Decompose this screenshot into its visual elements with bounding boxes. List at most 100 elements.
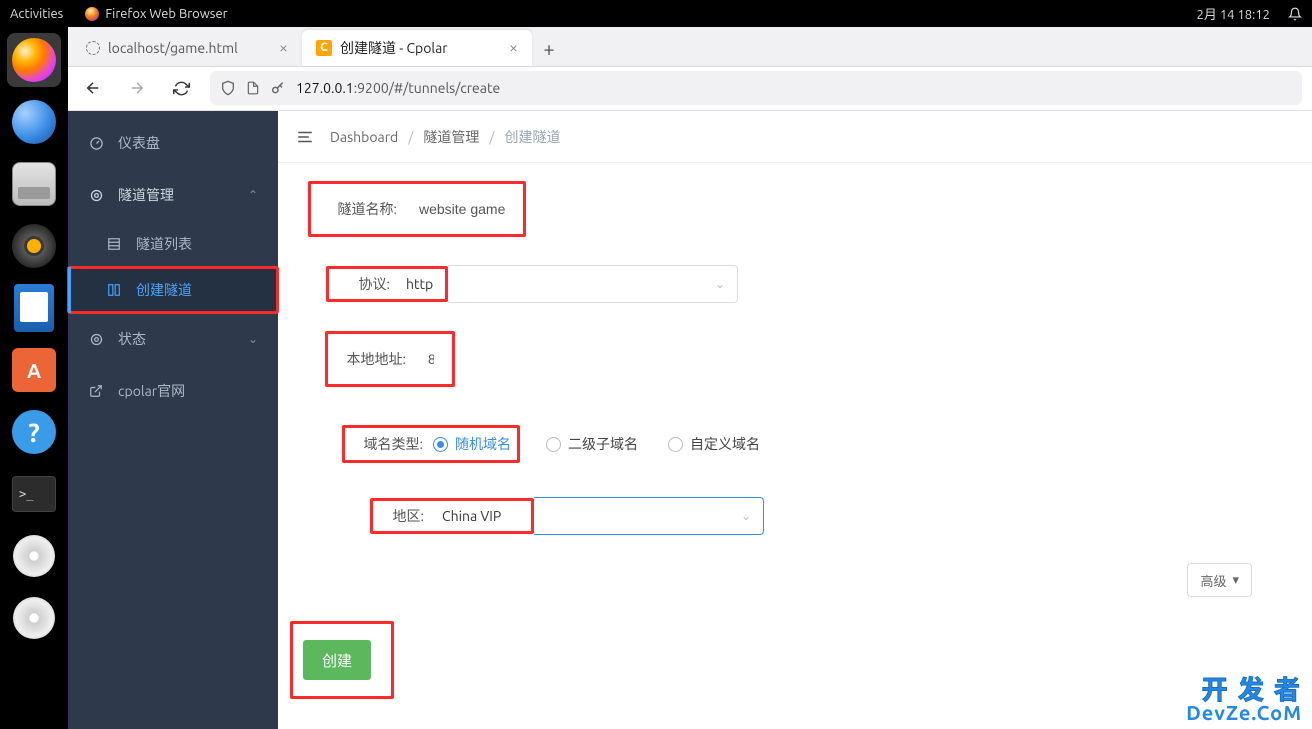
back-button[interactable] — [78, 73, 108, 103]
domain-type-label: 域名类型: — [351, 434, 423, 454]
shield-icon — [220, 80, 236, 96]
terminal-icon: >_ — [12, 476, 56, 512]
sidebar-item-dashboard[interactable]: 仪表盘 — [68, 117, 278, 169]
target-icon — [88, 188, 104, 203]
protocol-label: 协议: — [334, 274, 390, 294]
sidebar-item-label: 仪表盘 — [118, 133, 160, 153]
radio-icon — [668, 437, 683, 452]
watermark: 开 发 者 DevZe.CoM — [1186, 677, 1302, 723]
firefox-icon — [85, 7, 99, 21]
active-app-label: Firefox Web Browser — [105, 7, 227, 21]
dock-software[interactable]: A — [7, 343, 61, 397]
content-header: Dashboard / 隧道管理 / 创建隧道 — [278, 111, 1312, 163]
active-app-indicator[interactable]: Firefox Web Browser — [85, 7, 227, 21]
field-tunnel-name: 隧道名称: — [308, 181, 526, 237]
dock-terminal[interactable]: >_ — [7, 467, 61, 521]
favicon-generic — [86, 41, 100, 55]
region-value: China VIP — [434, 508, 526, 524]
page-content: 仪表盘 隧道管理 ⌃ 隧道列表 创建隧道 状态 — [68, 111, 1312, 729]
chevron-down-icon: ⌄ — [248, 332, 258, 346]
radio-subdomain[interactable]: 二级子域名 — [546, 434, 638, 454]
caret-down-icon: ▾ — [1232, 573, 1239, 588]
app-sidebar: 仪表盘 隧道管理 ⌃ 隧道列表 创建隧道 状态 — [68, 111, 278, 729]
region-label: 地区: — [378, 506, 424, 526]
url-text: 127.0.0.1:9200/#/tunnels/create — [296, 80, 500, 96]
radio-random-domain[interactable]: 随机域名 — [433, 434, 511, 454]
reload-button[interactable] — [166, 73, 196, 103]
sidebar-item-tunnel-list[interactable]: 隧道列表 — [68, 221, 278, 267]
create-button[interactable]: 创建 — [303, 640, 371, 680]
disc-icon — [13, 535, 55, 577]
sidebar-item-tunnel-mgmt[interactable]: 隧道管理 ⌃ — [68, 169, 278, 221]
browser-tab-2[interactable]: C 创建隧道 - Cpolar × — [302, 30, 532, 66]
sidebar-item-label: 隧道列表 — [136, 234, 192, 254]
local-address-label: 本地地址: — [334, 349, 406, 369]
dock-firefox[interactable] — [7, 33, 61, 87]
tab-title: 创建隧道 - Cpolar — [340, 38, 448, 58]
external-link-icon — [88, 384, 104, 398]
dock-disc-2[interactable] — [7, 591, 61, 645]
breadcrumb-item[interactable]: 隧道管理 — [423, 127, 479, 147]
target-icon — [88, 332, 104, 347]
list-icon — [106, 237, 122, 251]
favicon-cpolar: C — [316, 40, 332, 56]
files-icon — [12, 162, 56, 206]
breadcrumb-current: 创建隧道 — [505, 127, 561, 147]
libreoffice-icon — [14, 284, 54, 332]
sidebar-item-label: cpolar官网 — [118, 381, 185, 401]
gauge-icon — [88, 136, 104, 151]
grid-icon — [106, 283, 122, 297]
sidebar-item-cpolar-site[interactable]: cpolar官网 — [68, 365, 278, 417]
sidebar-item-tunnel-create[interactable]: 创建隧道 — [68, 267, 278, 313]
radio-icon — [546, 437, 561, 452]
sidebar-item-label: 隧道管理 — [118, 185, 174, 205]
protocol-select[interactable]: ⌄ — [448, 265, 738, 303]
page-icon — [246, 81, 260, 95]
firefox-icon — [12, 38, 56, 82]
disc-icon — [13, 597, 55, 639]
close-icon[interactable]: × — [509, 39, 518, 57]
advanced-toggle[interactable]: 高级 ▾ — [1187, 563, 1252, 597]
browser-tab-1[interactable]: localhost/game.html × — [72, 30, 302, 66]
sidebar-item-label: 状态 — [118, 329, 146, 349]
help-icon: ? — [12, 410, 56, 454]
tunnel-form: 隧道名称: 协议: http ⌄ — [278, 163, 1312, 729]
tab-strip: localhost/game.html × C 创建隧道 - Cpolar × … — [68, 27, 1312, 67]
tunnel-name-label: 隧道名称: — [317, 199, 397, 219]
breadcrumb-item[interactable]: Dashboard — [330, 129, 398, 145]
dock-disc-1[interactable] — [7, 529, 61, 583]
menu-toggle-icon[interactable] — [296, 130, 314, 144]
firefox-window: localhost/game.html × C 创建隧道 - Cpolar × … — [68, 27, 1312, 729]
region-select[interactable]: ⌄ — [534, 497, 764, 535]
protocol-value: http — [400, 276, 440, 292]
address-bar: 127.0.0.1:9200/#/tunnels/create — [68, 67, 1312, 111]
sidebar-item-status[interactable]: 状态 ⌄ — [68, 313, 278, 365]
forward-button[interactable] — [122, 73, 152, 103]
dock-help[interactable]: ? — [7, 405, 61, 459]
gnome-top-bar: Activities Firefox Web Browser 2月 14 18:… — [0, 0, 1312, 27]
breadcrumb: Dashboard / 隧道管理 / 创建隧道 — [330, 127, 561, 147]
radio-custom-domain[interactable]: 自定义域名 — [668, 434, 760, 454]
local-address-input[interactable] — [416, 340, 446, 378]
notification-icon[interactable] — [1288, 7, 1302, 21]
sidebar-item-label: 创建隧道 — [136, 280, 192, 300]
dock-rhythmbox[interactable] — [7, 219, 61, 273]
dock-files[interactable] — [7, 157, 61, 211]
software-store-icon: A — [12, 348, 56, 392]
chevron-down-icon: ⌄ — [741, 509, 751, 523]
activities-button[interactable]: Activities — [10, 7, 63, 21]
main-content: Dashboard / 隧道管理 / 创建隧道 隧道名称: — [278, 111, 1312, 729]
ubuntu-dock: A ? >_ — [0, 27, 68, 729]
new-tab-button[interactable]: + — [532, 32, 566, 66]
rhythmbox-icon — [12, 224, 56, 268]
chevron-down-icon: ⌄ — [715, 277, 725, 291]
close-icon[interactable]: × — [279, 39, 288, 57]
dock-thunderbird[interactable] — [7, 95, 61, 149]
chevron-up-icon: ⌃ — [248, 188, 258, 202]
tunnel-name-input[interactable] — [407, 190, 517, 228]
thunderbird-icon — [12, 100, 56, 144]
tab-title: localhost/game.html — [108, 40, 238, 56]
url-input[interactable]: 127.0.0.1:9200/#/tunnels/create — [210, 71, 1302, 105]
dock-libreoffice[interactable] — [7, 281, 61, 335]
clock[interactable]: 2月 14 18:12 — [1197, 4, 1270, 23]
